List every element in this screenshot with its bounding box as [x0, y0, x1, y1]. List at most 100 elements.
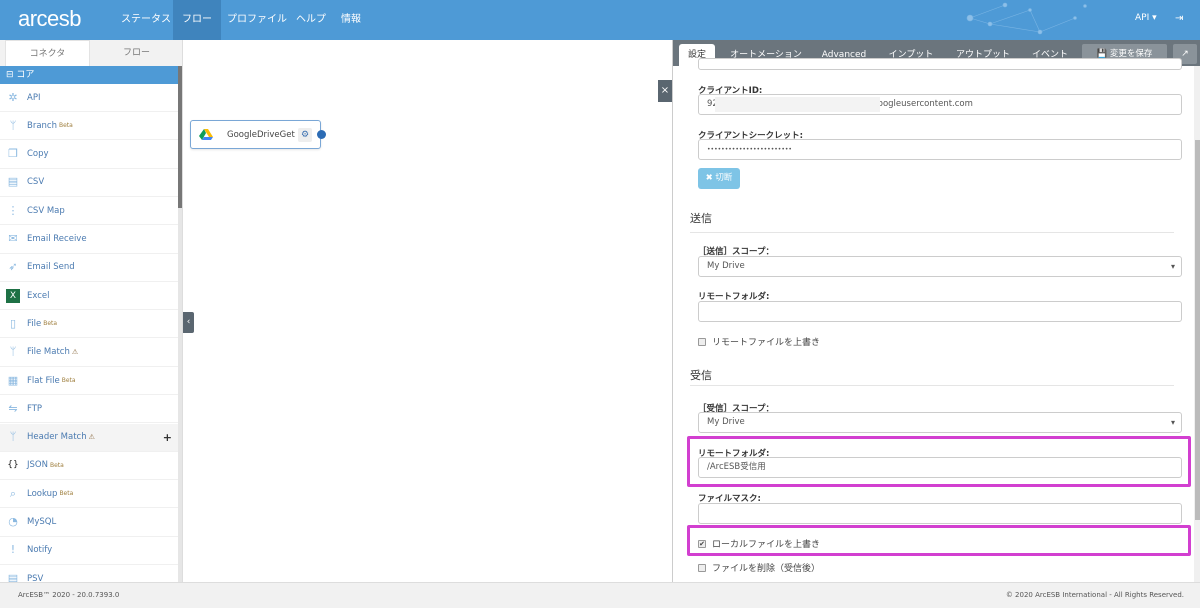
- nav-info[interactable]: 情報: [332, 0, 370, 40]
- excel-icon: X: [6, 288, 20, 303]
- copy-icon: ❐: [8, 147, 18, 161]
- sidebar-item-email-receive[interactable]: ✉ Email Receive: [0, 226, 178, 254]
- node-label: GoogleDriveGet: [227, 130, 295, 140]
- sidebar-item-file-match[interactable]: ᛘ File Match ⚠: [0, 339, 178, 367]
- sidebar-item-label: Email Send: [27, 262, 75, 273]
- sidebar-item-label: File: [27, 318, 42, 329]
- gear-icon[interactable]: ⚙: [298, 128, 312, 142]
- checkbox-icon[interactable]: [698, 563, 706, 572]
- sidebar-item-api[interactable]: ✲ API: [0, 84, 178, 112]
- output-port[interactable]: [317, 130, 326, 139]
- client-secret-input[interactable]: ••••••••••••••••••••••••: [698, 139, 1182, 160]
- nav-status[interactable]: ステータス: [112, 0, 180, 40]
- sidebar-item-label: Excel: [27, 290, 50, 301]
- sidebar-item-label: Copy: [27, 149, 49, 160]
- version-text: ArcESB™ 2020 - 20.0.7393.0: [18, 591, 120, 599]
- nav-help[interactable]: ヘルプ: [287, 0, 335, 40]
- sidebar-item-ftp[interactable]: ⇋ FTP: [0, 395, 178, 424]
- sidebar-item-notify[interactable]: ! Notify: [0, 537, 178, 565]
- sidebar-item-label: PSV: [27, 573, 44, 582]
- sidebar-item-label: CSV: [27, 177, 45, 188]
- csv-map-icon: ⋮: [7, 203, 19, 217]
- beta-badge: Beta: [43, 320, 58, 328]
- sidebar-item-label: Email Receive: [27, 234, 87, 244]
- settings-panel: 設定 オートメーション Advanced インプット アウトプット イベント 💾…: [672, 40, 1200, 582]
- sidebar-item-mysql[interactable]: ◔ MySQL: [0, 509, 178, 537]
- copyright-text: © 2020 ArcESB International - All Rights…: [1005, 591, 1184, 599]
- sidebar-item-json[interactable]: {} JSON Beta: [0, 452, 178, 480]
- header-match-icon: ᛘ: [9, 430, 17, 444]
- sidebar-item-excel[interactable]: X Excel: [0, 282, 178, 311]
- beta-badge: Beta: [59, 490, 74, 498]
- mysql-icon: ◔: [8, 515, 18, 528]
- local-overwrite-checkbox[interactable]: ✔ ローカルファイルを上書き: [698, 537, 820, 550]
- group-core-header[interactable]: ⊟ コア: [0, 66, 178, 84]
- sidebar-item-header-match[interactable]: ᛘ Header Match ⚠ +: [0, 423, 178, 452]
- previous-field[interactable]: [698, 58, 1182, 70]
- nav-flow[interactable]: フロー: [173, 0, 221, 40]
- divider: [690, 385, 1174, 386]
- send-remote-folder-input[interactable]: [698, 301, 1182, 322]
- checkbox-checked-icon[interactable]: ✔: [698, 539, 706, 548]
- sidebar-item-label: File Match: [27, 347, 70, 358]
- sidebar-item-label: Lookup: [27, 488, 58, 499]
- disconnect-button[interactable]: ✖ 切断: [698, 168, 740, 189]
- warning-icon: ⚠: [88, 433, 95, 442]
- receive-scope-select[interactable]: My Drive: [698, 412, 1182, 433]
- google-drive-icon: [199, 129, 213, 140]
- tab-connectors[interactable]: コネクタ: [5, 40, 90, 66]
- csv-icon: ▤: [7, 175, 19, 189]
- sidebar-item-flat-file[interactable]: ▦ Flat File Beta: [0, 367, 178, 395]
- sidebar-item-branch[interactable]: ᛘ Branch Beta: [0, 112, 178, 141]
- tab-flows[interactable]: フロー: [90, 40, 182, 66]
- json-icon: {}: [7, 460, 19, 471]
- top-header: arcesb ステータス フロー プロファイル ヘルプ 情報 API ▾ ⇥: [0, 0, 1200, 40]
- user-menu[interactable]: API ▾: [1135, 13, 1157, 23]
- email-send-icon: ➶: [8, 260, 18, 274]
- flat-file-icon: ▦: [7, 373, 19, 387]
- sidebar-item-csv[interactable]: ▤ CSV: [0, 169, 178, 197]
- file-mask-input[interactable]: [698, 503, 1182, 524]
- sidebar-item-label: JSON: [27, 460, 48, 471]
- logo[interactable]: arcesb: [18, 6, 82, 32]
- branch-icon: ᛘ: [9, 118, 17, 132]
- close-panel-button[interactable]: ×: [658, 80, 672, 102]
- checkbox-icon[interactable]: [698, 337, 706, 346]
- ftp-icon: ⇋: [8, 401, 18, 415]
- remote-overwrite-label: リモートファイルを上書き: [712, 338, 821, 348]
- local-overwrite-label: ローカルファイルを上書き: [712, 540, 821, 550]
- sidebar-scroll-thumb[interactable]: [178, 66, 182, 208]
- delete-after-receive-checkbox[interactable]: ファイルを削除（受信後）: [698, 561, 820, 574]
- sign-out-icon[interactable]: ⇥: [1175, 13, 1183, 24]
- sidebar-item-label: Branch: [27, 120, 57, 131]
- sidebar-item-label: Header Match: [27, 432, 87, 443]
- beta-badge: Beta: [49, 461, 64, 469]
- collapse-sidebar-button[interactable]: ‹: [183, 312, 194, 333]
- add-connector-icon[interactable]: +: [163, 431, 172, 444]
- panel-scroll-thumb[interactable]: [1195, 140, 1200, 520]
- divider: [690, 232, 1174, 233]
- sidebar-item-file[interactable]: ▯ File Beta: [0, 310, 178, 339]
- sidebar-item-csv-map[interactable]: ⋮ CSV Map: [0, 197, 178, 226]
- warning-icon: ⚠: [71, 348, 79, 357]
- notify-icon: !: [10, 543, 16, 557]
- lookup-icon: ⌕: [9, 486, 17, 500]
- sidebar-item-copy[interactable]: ❐ Copy: [0, 141, 178, 169]
- footer: ArcESB™ 2020 - 20.0.7393.0 © 2020 ArcESB…: [0, 582, 1200, 608]
- nav-profile[interactable]: プロファイル: [218, 0, 296, 40]
- sidebar-item-psv[interactable]: ▤ PSV: [0, 565, 178, 582]
- file-match-icon: ᛘ: [9, 345, 17, 359]
- send-heading: 送信: [690, 212, 712, 225]
- email-receive-icon: ✉: [8, 232, 18, 245]
- remote-overwrite-checkbox[interactable]: リモートファイルを上書き: [698, 335, 820, 348]
- flow-node[interactable]: GoogleDriveGet ⚙: [190, 120, 326, 149]
- psv-icon: ▤: [7, 571, 19, 582]
- sidebar-item-label: MySQL: [27, 517, 57, 527]
- sidebar-item-email-send[interactable]: ➶ Email Send: [0, 254, 178, 282]
- receive-heading: 受信: [690, 369, 712, 382]
- redaction: [715, 97, 880, 112]
- sidebar-item-lookup[interactable]: ⌕ Lookup Beta: [0, 480, 178, 509]
- send-scope-select[interactable]: My Drive: [698, 256, 1182, 277]
- receive-remote-folder-input[interactable]: /ArcESB受信用: [698, 457, 1182, 478]
- sidebar-item-label: Flat File: [27, 375, 60, 386]
